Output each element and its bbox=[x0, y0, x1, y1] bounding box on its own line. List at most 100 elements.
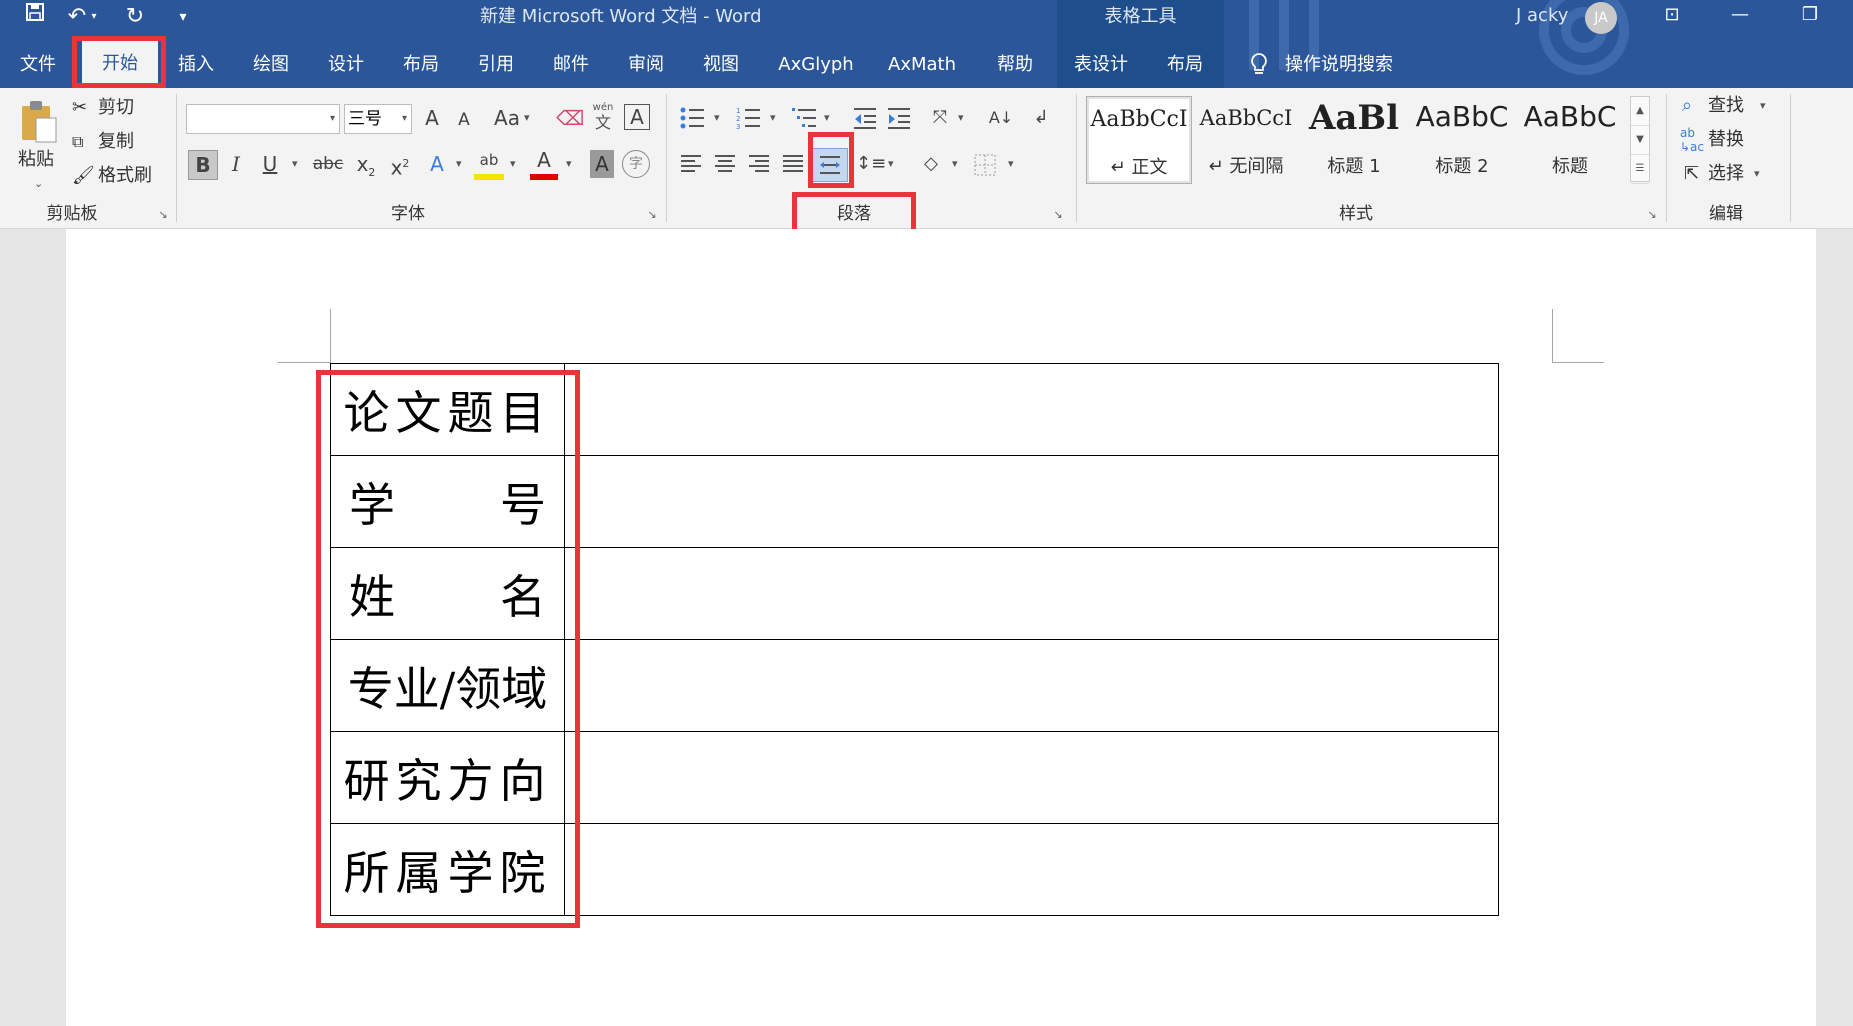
increase-indent-icon[interactable] bbox=[886, 106, 912, 130]
chinese-layout-dropdown-icon[interactable]: ▾ bbox=[958, 104, 964, 132]
user-name[interactable]: J acky bbox=[1516, 0, 1568, 34]
tab-help[interactable]: 帮助 bbox=[994, 46, 1036, 84]
multilevel-dropdown-icon[interactable]: ▾ bbox=[824, 104, 830, 132]
font-name-combo[interactable]: ▾ bbox=[186, 104, 340, 134]
text-effects-dropdown-icon[interactable]: ▾ bbox=[456, 150, 462, 178]
research-direction-cell[interactable] bbox=[564, 731, 1499, 824]
sort-icon[interactable]: A↓ bbox=[988, 104, 1014, 132]
character-border-icon[interactable]: A bbox=[624, 104, 650, 130]
clipboard-launcher-icon[interactable]: ↘ bbox=[157, 209, 169, 221]
line-spacing-icon[interactable]: ↕≡ bbox=[856, 150, 886, 178]
strikethrough-button[interactable]: abc bbox=[310, 150, 346, 178]
tab-view[interactable]: 视图 bbox=[700, 46, 742, 84]
text-effects-icon[interactable]: A bbox=[424, 150, 450, 178]
align-right-icon[interactable] bbox=[748, 154, 770, 174]
paste-dropdown-icon[interactable]: ⌄ bbox=[34, 170, 43, 198]
font-color-dropdown-icon[interactable]: ▾ bbox=[566, 150, 572, 178]
highlight-color-icon[interactable]: ab bbox=[474, 146, 504, 180]
gallery-down-icon[interactable]: ▼ bbox=[1631, 126, 1649, 155]
align-left-icon[interactable] bbox=[680, 154, 702, 174]
clear-formatting-icon[interactable]: ⌫ bbox=[556, 104, 584, 132]
change-case-icon[interactable]: Aa bbox=[492, 104, 522, 132]
font-name-dropdown-icon[interactable]: ▾ bbox=[330, 105, 335, 133]
save-icon[interactable] bbox=[18, 0, 52, 34]
name-cell[interactable] bbox=[564, 547, 1499, 640]
italic-button[interactable]: I bbox=[224, 150, 248, 178]
styles-launcher-icon[interactable]: ↘ bbox=[1646, 209, 1658, 221]
chinese-layout-icon[interactable]: ⤧ bbox=[926, 104, 954, 132]
college-cell[interactable] bbox=[564, 823, 1499, 916]
find-dropdown-icon[interactable]: ▾ bbox=[1760, 92, 1766, 120]
select-dropdown-icon[interactable]: ▾ bbox=[1754, 160, 1760, 188]
borders-dropdown-icon[interactable]: ▾ bbox=[1008, 150, 1014, 178]
decrease-indent-icon[interactable] bbox=[852, 106, 878, 130]
style-title[interactable]: AaBbC 标题 bbox=[1518, 96, 1622, 182]
style-normal[interactable]: AaBbCcI ↵ 正文 bbox=[1086, 96, 1192, 184]
bullets-dropdown-icon[interactable]: ▾ bbox=[714, 104, 720, 132]
gallery-up-icon[interactable]: ▲ bbox=[1631, 97, 1649, 126]
style-heading-1[interactable]: AaBl 标题 1 bbox=[1302, 96, 1406, 182]
tab-axglyph[interactable]: AxGlyph bbox=[774, 46, 858, 84]
change-case-dropdown-icon[interactable]: ▾ bbox=[524, 104, 530, 132]
font-size-dropdown-icon[interactable]: ▾ bbox=[402, 105, 407, 133]
gallery-more-icon[interactable]: ☰ bbox=[1631, 155, 1649, 184]
select-cursor-icon[interactable]: ⇱ bbox=[1684, 160, 1699, 188]
numbering-dropdown-icon[interactable]: ▾ bbox=[770, 104, 776, 132]
tab-table-design[interactable]: 表设计 bbox=[1070, 46, 1132, 84]
tab-layout[interactable]: 布局 bbox=[400, 46, 442, 84]
format-painter-button[interactable]: 格式刷 bbox=[98, 162, 152, 190]
bullets-icon[interactable] bbox=[680, 106, 706, 130]
copy-button[interactable]: 复制 bbox=[98, 128, 134, 156]
font-launcher-icon[interactable]: ↘ bbox=[646, 209, 658, 221]
align-center-icon[interactable] bbox=[714, 154, 736, 174]
replace-icon[interactable]: ab ↳ac bbox=[1680, 126, 1704, 154]
shading-dropdown-icon[interactable]: ▾ bbox=[952, 150, 958, 178]
paragraph-launcher-icon[interactable]: ↘ bbox=[1052, 209, 1064, 221]
tab-mailings[interactable]: 邮件 bbox=[550, 46, 592, 84]
style-heading-2[interactable]: AaBbC 标题 2 bbox=[1410, 96, 1514, 182]
grow-font-icon[interactable]: A bbox=[420, 104, 444, 132]
shrink-font-icon[interactable]: A bbox=[452, 106, 476, 134]
enclose-characters-icon[interactable]: 字 bbox=[622, 150, 650, 178]
find-button[interactable]: 查找 bbox=[1708, 92, 1744, 120]
phonetic-guide-icon[interactable]: wén 文 bbox=[590, 102, 616, 134]
show-marks-icon[interactable]: ↲ bbox=[1028, 104, 1054, 132]
font-size-combo[interactable]: 三号 ▾ bbox=[344, 104, 412, 134]
tab-draw[interactable]: 绘图 bbox=[250, 46, 292, 84]
cut-button[interactable]: 剪切 bbox=[98, 94, 134, 122]
major-cell[interactable] bbox=[564, 639, 1499, 732]
redo-icon[interactable]: ↻ bbox=[118, 0, 152, 34]
avatar[interactable]: JA bbox=[1585, 2, 1617, 34]
restore-icon[interactable]: ❐ bbox=[1790, 0, 1830, 34]
styles-gallery-scroll[interactable]: ▲ ▼ ☰ bbox=[1630, 96, 1650, 184]
multilevel-list-icon[interactable] bbox=[792, 106, 818, 130]
replace-button[interactable]: 替换 bbox=[1708, 126, 1744, 154]
format-painter-icon[interactable]: 🖌 bbox=[72, 162, 95, 190]
find-icon[interactable]: ⌕ bbox=[1682, 92, 1692, 120]
justify-icon[interactable] bbox=[782, 154, 804, 174]
underline-button[interactable]: U bbox=[258, 150, 282, 178]
tab-axmath[interactable]: AxMath bbox=[886, 46, 958, 84]
line-spacing-dropdown-icon[interactable]: ▾ bbox=[888, 150, 894, 178]
thesis-title-cell[interactable] bbox=[564, 363, 1499, 456]
style-no-spacing[interactable]: AaBbCcI ↵ 无间隔 bbox=[1194, 96, 1298, 182]
copy-icon[interactable]: ⧉ bbox=[72, 128, 83, 156]
font-color-icon[interactable]: A bbox=[530, 146, 558, 180]
tab-references[interactable]: 引用 bbox=[475, 46, 517, 84]
underline-dropdown-icon[interactable]: ▾ bbox=[292, 150, 298, 178]
tab-file[interactable]: 文件 bbox=[18, 46, 58, 84]
tab-table-layout[interactable]: 布局 bbox=[1164, 46, 1206, 84]
student-id-cell[interactable] bbox=[564, 455, 1499, 548]
tab-review[interactable]: 审阅 bbox=[625, 46, 667, 84]
select-button[interactable]: 选择 bbox=[1708, 160, 1744, 188]
character-shading-icon[interactable]: A bbox=[590, 150, 614, 178]
minimize-icon[interactable]: — bbox=[1720, 0, 1760, 34]
undo-dropdown-icon[interactable]: ▾ bbox=[86, 0, 102, 34]
lightbulb-icon[interactable] bbox=[1244, 46, 1274, 84]
tab-insert[interactable]: 插入 bbox=[175, 46, 217, 84]
highlight-dropdown-icon[interactable]: ▾ bbox=[510, 150, 516, 178]
subscript-button[interactable]: x2 bbox=[352, 150, 380, 179]
cut-icon[interactable]: ✂ bbox=[72, 94, 87, 122]
superscript-button[interactable]: x2 bbox=[386, 150, 414, 180]
bold-button[interactable]: B bbox=[188, 150, 218, 180]
